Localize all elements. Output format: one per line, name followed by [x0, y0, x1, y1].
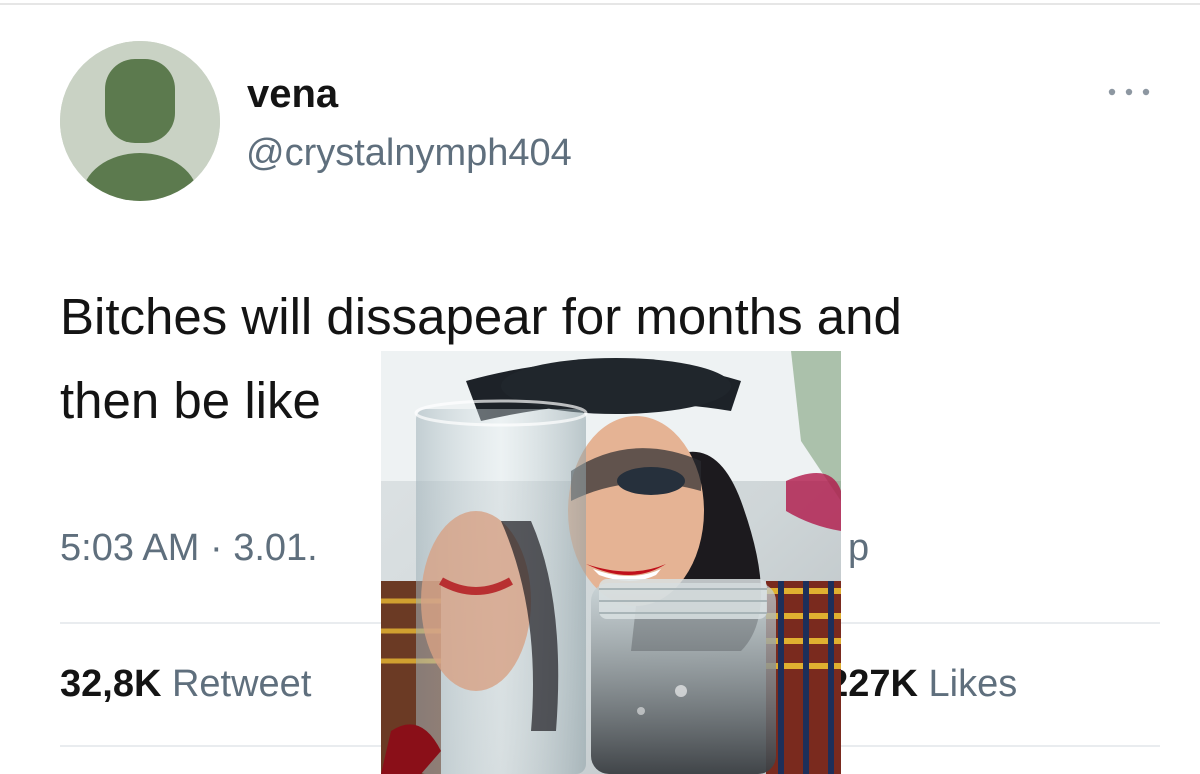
more-horizontal-icon [1108, 88, 1150, 96]
reaction-photo [381, 351, 841, 774]
reaction-photo-image [381, 351, 841, 774]
default-avatar-icon [60, 41, 220, 201]
retweets-count: 32,8K [60, 663, 162, 705]
display-name[interactable]: vena [247, 72, 338, 117]
tweet-source[interactable]: p [848, 527, 869, 570]
tweet-meta: 5:03 AM · 3.01. p [60, 527, 869, 570]
user-handle[interactable]: @crystalnymph404 [246, 132, 572, 175]
retweets-label: Retweet [171, 663, 312, 705]
avatar[interactable] [60, 41, 220, 201]
likes-label: Likes [928, 663, 1018, 705]
tweet-screenshot: vena @crystalnymph404 Bitches will dissa… [0, 0, 1200, 774]
more-options-button[interactable] [1102, 76, 1158, 108]
retweets-stat[interactable]: 32,8K Retweet [60, 663, 311, 706]
tweet-timestamp[interactable]: 5:03 AM · 3.01. [60, 527, 318, 569]
top-divider [0, 3, 1200, 5]
tweet-text-line-1: Bitches will dissapear for months and [60, 288, 902, 345]
